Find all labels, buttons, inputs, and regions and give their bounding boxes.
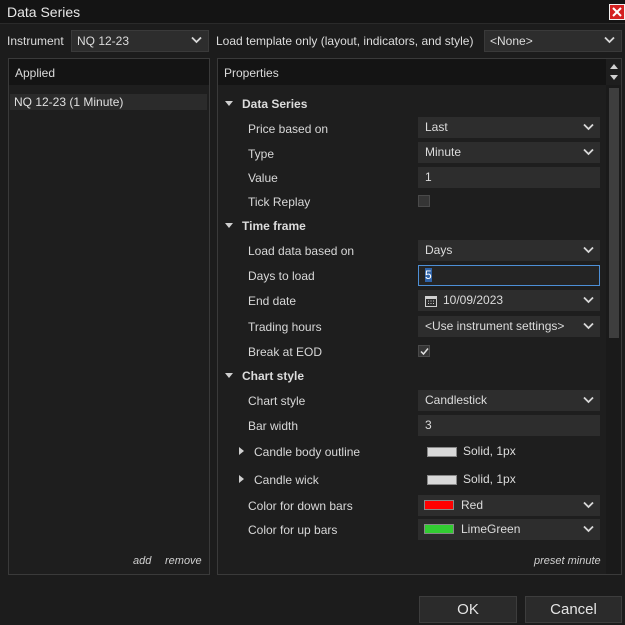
end-date-picker[interactable]: 10/09/2023 <box>418 290 600 311</box>
price-based-on-label: Price based on <box>248 122 329 136</box>
candle-wick-value: Solid, 1px <box>463 472 516 486</box>
instrument-value: NQ 12-23 <box>77 34 130 48</box>
applied-header: Applied <box>9 59 209 85</box>
category-chart-style: Chart style <box>242 369 305 383</box>
calendar-icon <box>425 296 437 307</box>
category-data-series: Data Series <box>242 97 308 111</box>
value-input[interactable]: 1 <box>418 167 600 188</box>
collapse-data-series-icon[interactable] <box>225 101 233 106</box>
tick-replay-checkbox[interactable] <box>418 195 430 207</box>
load-data-based-on-label: Load data based on <box>248 244 355 258</box>
chevron-down-icon <box>583 396 594 404</box>
chevron-down-icon <box>583 123 594 131</box>
color-down-bars-value: Red <box>461 498 484 512</box>
window-title: Data Series <box>7 4 81 20</box>
collapse-chart-style-icon[interactable] <box>225 373 233 378</box>
ok-button[interactable]: OK <box>419 596 517 623</box>
chart-style-value: Candlestick <box>425 393 488 407</box>
cancel-button[interactable]: Cancel <box>525 596 622 623</box>
color-up-bars-select[interactable]: LimeGreen <box>418 519 600 540</box>
close-icon <box>612 7 622 17</box>
scroll-up-icon[interactable] <box>609 62 619 70</box>
expand-candle-wick-icon[interactable] <box>239 475 244 483</box>
close-button[interactable] <box>609 4 625 20</box>
price-based-on-select[interactable]: Last <box>418 117 600 138</box>
chart-style-label: Chart style <box>248 394 306 408</box>
bar-width-input[interactable]: 3 <box>418 415 600 436</box>
color-up-bars-value: LimeGreen <box>461 522 521 536</box>
instrument-label: Instrument <box>7 34 64 48</box>
days-to-load-input[interactable]: 5 <box>418 265 600 286</box>
chevron-down-icon <box>191 36 202 44</box>
break-at-eod-label: Break at EOD <box>248 345 323 359</box>
bar-width-label: Bar width <box>248 419 299 433</box>
template-select[interactable]: <None> <box>484 30 622 52</box>
value-label: Value <box>248 171 278 185</box>
price-based-on-value: Last <box>425 120 448 134</box>
color-up-bars-label: Color for up bars <box>248 523 338 537</box>
down-bars-color-swatch <box>424 500 454 510</box>
tick-replay-label: Tick Replay <box>248 195 311 209</box>
load-data-based-on-value: Days <box>425 243 453 257</box>
properties-header: Properties <box>218 59 606 85</box>
type-select[interactable]: Minute <box>418 142 600 163</box>
chevron-down-icon <box>583 246 594 254</box>
category-time-frame: Time frame <box>242 219 306 233</box>
template-value: <None> <box>490 34 533 48</box>
trading-hours-select[interactable]: <Use instrument settings> <box>418 316 600 337</box>
template-label: Load template only (layout, indicators, … <box>216 34 474 48</box>
chevron-down-icon <box>583 501 594 509</box>
chevron-down-icon <box>583 525 594 533</box>
preset-button[interactable]: preset minute <box>534 555 601 567</box>
instrument-select[interactable]: NQ 12-23 <box>71 30 209 52</box>
type-value: Minute <box>425 145 462 159</box>
candle-body-outline-value: Solid, 1px <box>463 444 516 458</box>
collapse-time-frame-icon[interactable] <box>225 223 233 228</box>
value-value: 1 <box>425 170 432 184</box>
candle-wick-stroke[interactable]: Solid, 1px <box>418 469 600 490</box>
candle-body-outline-swatch <box>427 447 457 457</box>
candle-wick-label: Candle wick <box>254 473 319 487</box>
load-data-based-on-select[interactable]: Days <box>418 240 600 261</box>
candle-wick-swatch <box>427 475 457 485</box>
end-date-value: 10/09/2023 <box>443 293 504 307</box>
up-bars-color-swatch <box>424 524 454 534</box>
type-label: Type <box>248 147 275 161</box>
scrollbar-thumb[interactable] <box>609 88 619 338</box>
chart-style-select[interactable]: Candlestick <box>418 390 600 411</box>
candle-body-outline-stroke[interactable]: Solid, 1px <box>418 441 600 462</box>
checkmark-icon <box>420 348 429 356</box>
days-to-load-value: 5 <box>425 268 432 282</box>
break-at-eod-checkbox[interactable] <box>418 345 430 357</box>
remove-button[interactable]: remove <box>165 555 202 567</box>
end-date-label: End date <box>248 294 297 308</box>
add-button[interactable]: add <box>133 555 151 567</box>
chevron-down-icon <box>604 36 615 44</box>
chevron-down-icon <box>583 148 594 156</box>
trading-hours-label: Trading hours <box>248 320 322 334</box>
color-down-bars-label: Color for down bars <box>248 499 353 513</box>
days-to-load-label: Days to load <box>248 269 315 283</box>
bar-width-value: 3 <box>425 418 432 432</box>
color-down-bars-select[interactable]: Red <box>418 495 600 516</box>
chevron-down-icon <box>583 296 594 304</box>
expand-candle-body-outline-icon[interactable] <box>239 447 244 455</box>
title-bar <box>0 0 625 24</box>
candle-body-outline-label: Candle body outline <box>254 445 361 459</box>
scroll-down-icon[interactable] <box>609 74 619 82</box>
applied-item-nq[interactable]: NQ 12-23 (1 Minute) <box>10 94 207 110</box>
trading-hours-value: <Use instrument settings> <box>425 319 565 333</box>
applied-panel <box>8 58 210 575</box>
chevron-down-icon <box>583 322 594 330</box>
